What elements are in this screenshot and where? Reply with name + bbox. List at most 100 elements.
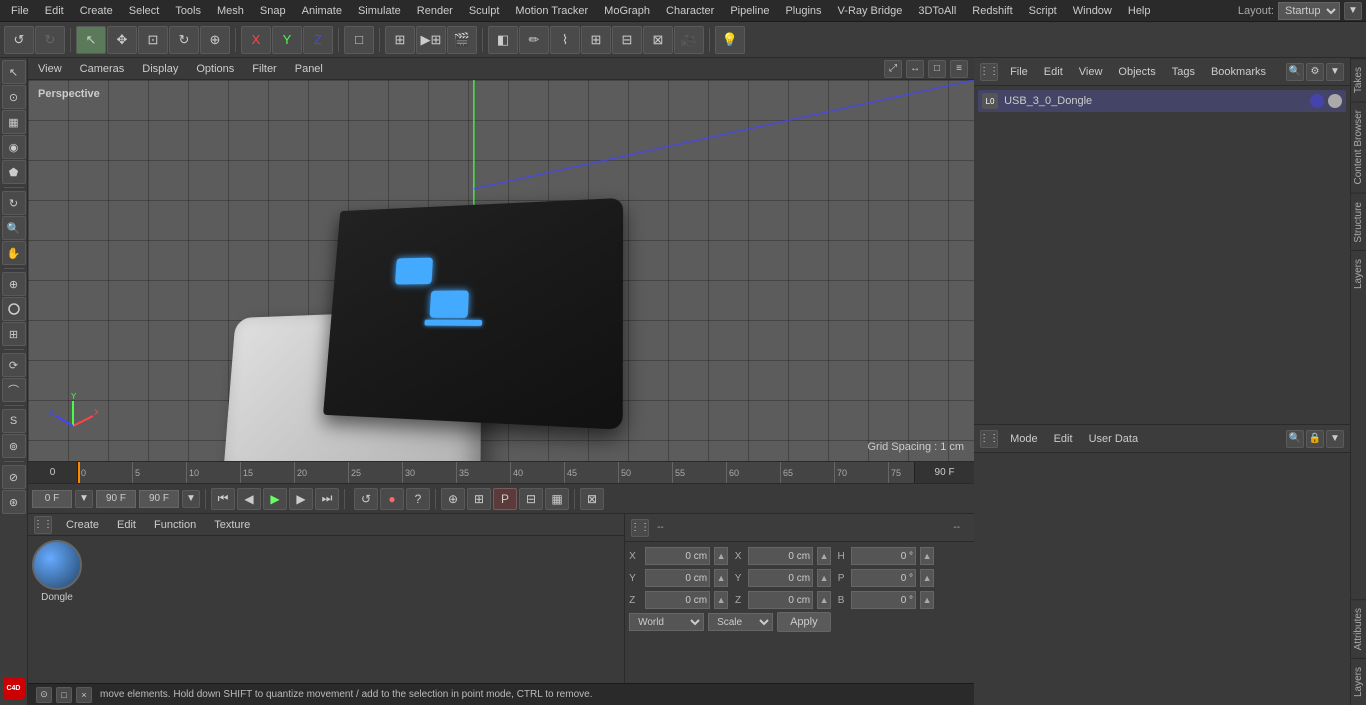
3d-viewport[interactable]: Perspective Grid Spacing : 1 cm X Y <box>28 80 974 461</box>
tool-paint[interactable]: S <box>2 409 26 433</box>
y-pos-arrow[interactable]: ▲ <box>714 569 728 587</box>
layout-dropdown[interactable]: Startup <box>1278 2 1340 20</box>
tool-rotate-view[interactable]: ↻ <box>2 191 26 215</box>
b-arrow[interactable]: ▲ <box>920 591 934 609</box>
y-rot-input[interactable] <box>748 569 813 587</box>
status-icon-1[interactable]: ⊙ <box>36 687 52 703</box>
viewport-menu-display[interactable]: Display <box>138 61 182 77</box>
start-frame-input[interactable] <box>32 490 72 508</box>
select-tool-btn[interactable]: ↖ <box>76 26 106 54</box>
x-rot-input[interactable] <box>748 547 813 565</box>
menu-3dtoall[interactable]: 3DToAll <box>911 3 963 19</box>
y-pos-input[interactable] <box>645 569 710 587</box>
auto-key-btn[interactable]: P <box>493 488 517 510</box>
attr-search-icon[interactable]: 🔍 <box>1286 430 1304 448</box>
attr-menu-edit[interactable]: Edit <box>1050 431 1077 447</box>
tool-twist[interactable]: ⟳ <box>2 353 26 377</box>
om-item-color-dot[interactable] <box>1310 94 1324 108</box>
record-btn[interactable]: ● <box>380 488 404 510</box>
attr-arrow-icon[interactable]: ▼ <box>1326 430 1344 448</box>
viewport-menu-options[interactable]: Options <box>192 61 238 77</box>
tool-extra-2[interactable]: ⊛ <box>2 490 26 514</box>
tool-bend[interactable]: ⌒ <box>2 378 26 402</box>
viewport-icon-3[interactable]: □ <box>928 60 946 78</box>
scale-tool-btn[interactable]: ⊡ <box>138 26 168 54</box>
menu-animate[interactable]: Animate <box>295 3 349 19</box>
light-btn[interactable]: 💡 <box>715 26 745 54</box>
menu-character[interactable]: Character <box>659 3 721 19</box>
apply-button[interactable]: Apply <box>777 612 831 632</box>
undo-btn[interactable]: ↺ <box>4 26 34 54</box>
camera-bp-btn[interactable]: ⊟ <box>612 26 642 54</box>
axis-y-btn[interactable]: Y <box>272 26 302 54</box>
z-rot-arrow[interactable]: ▲ <box>817 591 831 609</box>
rotate-tool-btn[interactable]: ↻ <box>169 26 199 54</box>
om-item-color-dot2[interactable] <box>1328 94 1342 108</box>
material-preview[interactable] <box>32 540 82 590</box>
menu-sculpt[interactable]: Sculpt <box>462 3 507 19</box>
jump-start-btn[interactable]: ⏮ <box>211 488 235 510</box>
menu-mograph[interactable]: MoGraph <box>597 3 657 19</box>
menu-plugins[interactable]: Plugins <box>778 3 828 19</box>
scale-dropdown[interactable]: Scale <box>708 613 773 631</box>
end-frame-input2[interactable] <box>139 490 179 508</box>
camera-spline-btn[interactable]: ⌇ <box>550 26 580 54</box>
om-menu-file[interactable]: File <box>1006 64 1032 80</box>
motion-btn[interactable]: ⊟ <box>519 488 543 510</box>
tool-pan[interactable]: ✋ <box>2 241 26 265</box>
om-menu-edit[interactable]: Edit <box>1040 64 1067 80</box>
z-rot-input[interactable] <box>748 591 813 609</box>
timeline-ruler[interactable]: 0 5 10 15 20 25 30 35 40 45 50 55 <box>78 462 914 483</box>
viewport-icon-4[interactable]: ≡ <box>950 60 968 78</box>
tool-extra-1[interactable]: ⊘ <box>2 465 26 489</box>
tab-structure[interactable]: Structure <box>1351 193 1366 251</box>
camera-pen-btn[interactable]: ✏ <box>519 26 549 54</box>
step-fwd-btn[interactable]: ▶ <box>289 488 313 510</box>
render-preview-btn[interactable]: ▶⊞ <box>416 26 446 54</box>
menu-mesh[interactable]: Mesh <box>210 3 251 19</box>
viewport-menu-cameras[interactable]: Cameras <box>76 61 129 77</box>
tool-live-select[interactable]: ⊙ <box>2 85 26 109</box>
menu-tools[interactable]: Tools <box>168 3 208 19</box>
world-dropdown[interactable]: World <box>629 613 704 631</box>
tool-poly-select[interactable]: ⬟ <box>2 160 26 184</box>
menu-create[interactable]: Create <box>73 3 120 19</box>
y-rot-arrow[interactable]: ▲ <box>817 569 831 587</box>
viewport-icon-1[interactable]: ⤢ <box>884 60 902 78</box>
attr-menu-mode[interactable]: Mode <box>1006 431 1042 447</box>
step-back-btn[interactable]: ◀ <box>237 488 261 510</box>
layout-arrow-btn[interactable]: ▼ <box>1344 2 1362 20</box>
tool-rect-select[interactable]: ▦ <box>2 110 26 134</box>
bp-menu-texture[interactable]: Texture <box>210 517 254 533</box>
om-menu-bookmarks[interactable]: Bookmarks <box>1207 64 1270 80</box>
tab-takes[interactable]: Takes <box>1351 58 1366 101</box>
om-menu-view[interactable]: View <box>1075 64 1107 80</box>
tab-attributes[interactable]: Attributes <box>1351 599 1366 658</box>
om-settings-icon[interactable]: ⚙ <box>1306 63 1324 81</box>
snap-frame-btn[interactable]: ⊞ <box>467 488 491 510</box>
b-input[interactable] <box>851 591 916 609</box>
bp-menu-edit[interactable]: Edit <box>113 517 140 533</box>
play-fwd-btn[interactable]: ▶ <box>263 488 287 510</box>
material-item[interactable]: Dongle <box>32 540 82 603</box>
menu-vray[interactable]: V-Ray Bridge <box>831 3 910 19</box>
tab-layers[interactable]: Layers <box>1351 250 1366 297</box>
p-input[interactable] <box>851 569 916 587</box>
om-menu-tags[interactable]: Tags <box>1168 64 1199 80</box>
axis-z-btn[interactable]: Z <box>303 26 333 54</box>
menu-motion-tracker[interactable]: Motion Tracker <box>508 3 595 19</box>
camera-bp2-btn[interactable]: ⊠ <box>643 26 673 54</box>
attr-menu-userdata[interactable]: User Data <box>1085 431 1143 447</box>
h-input[interactable] <box>851 547 916 565</box>
z-pos-input[interactable] <box>645 591 710 609</box>
tool-stamp[interactable]: ⊚ <box>2 434 26 458</box>
menu-select[interactable]: Select <box>122 3 167 19</box>
om-search-icon[interactable]: 🔍 <box>1286 63 1304 81</box>
tool-grid[interactable]: ⊞ <box>2 322 26 346</box>
render-region-btn[interactable]: ⊞ <box>385 26 415 54</box>
menu-pipeline[interactable]: Pipeline <box>723 3 776 19</box>
om-arrow-icon[interactable]: ▼ <box>1326 63 1344 81</box>
view-keys-btn[interactable]: ▦ <box>545 488 569 510</box>
h-arrow[interactable]: ▲ <box>920 547 934 565</box>
extra-view-btn[interactable]: ⊠ <box>580 488 604 510</box>
